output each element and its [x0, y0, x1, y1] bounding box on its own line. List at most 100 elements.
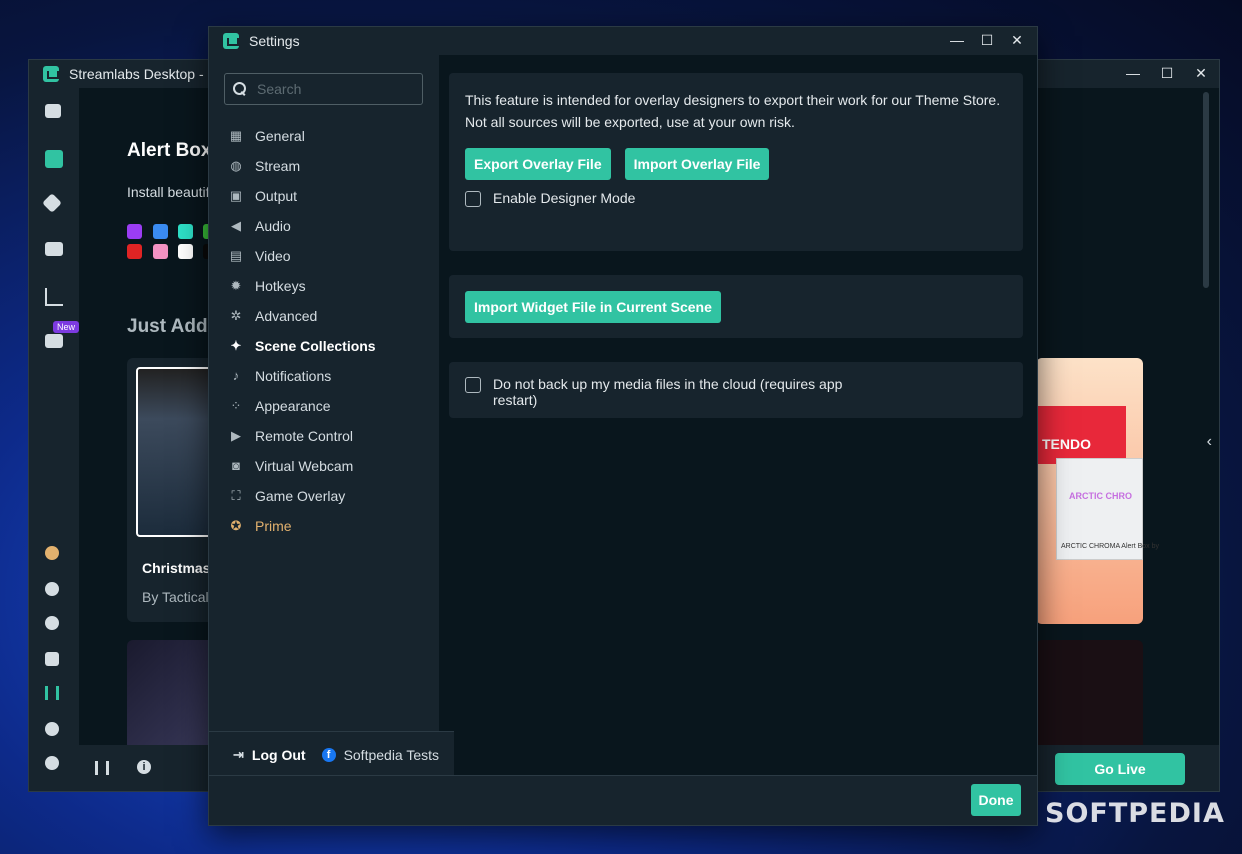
help-icon[interactable]	[45, 722, 59, 736]
search-box[interactable]	[224, 73, 423, 105]
done-button[interactable]: Done	[971, 784, 1021, 816]
prime-icon: ✪	[230, 518, 242, 533]
streamlabs-logo-icon	[223, 33, 239, 49]
color-swatch[interactable]	[127, 244, 142, 259]
menu-item-appearance[interactable]: ⁘ Appearance	[229, 391, 376, 421]
backup-panel: Do not back up my media files in the clo…	[449, 362, 1023, 418]
app-title: Streamlabs Desktop -	[69, 66, 204, 82]
theme-thumbnail	[136, 367, 214, 537]
scroll-thumb[interactable]	[1203, 92, 1209, 288]
film-icon: ▤	[229, 248, 243, 263]
settings-gear-icon[interactable]	[45, 756, 59, 770]
go-live-button[interactable]: Go Live	[1055, 753, 1185, 785]
logout-icon: ⇥	[233, 746, 244, 762]
menu-item-video[interactable]: ▤ Video	[229, 241, 376, 271]
just-added-heading: Just Adde	[127, 316, 219, 337]
dashboard-chart-icon[interactable]	[45, 288, 63, 306]
import-widget-button[interactable]: Import Widget File in Current Scene	[465, 291, 721, 323]
arctic-chroma-text: ARCTIC CHRO	[1069, 491, 1132, 501]
color-swatch[interactable]	[127, 224, 142, 239]
layouts-icon[interactable]	[45, 652, 59, 666]
theme-preview-arctic: ARCTIC CHRO ARCTIC CHROMA Alert Box by	[1056, 458, 1159, 560]
theme-card[interactable]: TENDO ARCTIC CHRO ARCTIC CHROMA Alert Bo…	[1036, 358, 1159, 624]
search-input[interactable]	[257, 81, 407, 97]
overlay-export-panel: This feature is intended for overlay des…	[449, 73, 1023, 251]
menu-item-advanced[interactable]: ✲ Advanced	[229, 301, 376, 331]
chip-icon: ▣	[229, 188, 243, 203]
settings-dialog: Settings — ☐ ✕ ▦ General ◍ Stream ▣ Output …	[208, 26, 1038, 826]
no-backup-text: Do not back up my media files in the clo…	[493, 376, 843, 392]
grid-icon: ▦	[229, 128, 243, 143]
menu-item-label: Remote Control	[255, 428, 354, 444]
menu-item-label: Virtual Webcam	[255, 458, 354, 474]
facebook-icon: f	[321, 747, 336, 762]
scenes-icon: ✦	[230, 338, 242, 353]
menu-item-prime[interactable]: ✪ Prime	[229, 511, 376, 541]
performance-icon[interactable]	[95, 761, 109, 775]
editor-icon[interactable]	[45, 150, 63, 168]
menu-item-scene-collections[interactable]: ✦ Scene Collections	[229, 331, 376, 361]
menu-item-notifications[interactable]: ♪ Notifications	[229, 361, 376, 391]
theme-card[interactable]	[1036, 640, 1143, 745]
color-swatch[interactable]	[178, 244, 193, 259]
softpedia-watermark: SOFTPEDIA	[1045, 798, 1225, 829]
menu-item-label: Game Overlay	[255, 488, 346, 504]
close-icon[interactable]: ✕	[1193, 64, 1209, 82]
camera-icon: ◙	[232, 458, 240, 473]
designer-info-line2: Not all sources will be exported, use at…	[465, 114, 795, 130]
minimize-icon[interactable]: —	[949, 31, 965, 49]
appearance-icon: ⁘	[230, 398, 242, 413]
highlighter-icon[interactable]	[45, 582, 59, 596]
play-icon: ▶	[231, 428, 241, 443]
account-name: Softpedia Tests	[343, 746, 440, 763]
prime-icon[interactable]	[45, 546, 59, 560]
settings-content: This feature is intended for overlay des…	[449, 73, 1023, 442]
chat-icon[interactable]	[45, 616, 59, 630]
maximize-icon[interactable]: ☐	[979, 31, 995, 49]
new-badge: New	[53, 321, 80, 333]
settings-menu: ▦ General ◍ Stream ▣ Output ◀ Audio ▤ Video ✹…	[229, 121, 376, 541]
menu-item-label: Prime	[255, 518, 292, 534]
store-icon[interactable]	[45, 242, 63, 256]
menu-item-label: Notifications	[255, 368, 332, 384]
settings-footer: Done	[209, 775, 1037, 825]
menu-item-audio[interactable]: ◀ Audio	[229, 211, 376, 241]
color-swatch[interactable]	[153, 244, 168, 259]
logout-label: Log Out	[251, 746, 306, 763]
menu-item-label: Appearance	[255, 398, 331, 414]
designer-info-line1: This feature is intended for overlay des…	[465, 92, 1001, 108]
import-overlay-button[interactable]: Import Overlay File	[624, 148, 770, 180]
main-scrollbar[interactable]: ‹	[1193, 88, 1219, 745]
menu-item-general[interactable]: ▦ General	[229, 121, 376, 151]
logout-link[interactable]: ⇥ Log Out	[233, 747, 306, 763]
maximize-icon[interactable]: ☐	[1159, 64, 1175, 82]
themes-icon[interactable]	[42, 193, 62, 213]
menu-item-virtual-webcam[interactable]: ◙ Virtual Webcam	[229, 451, 376, 481]
studio-mode-icon[interactable]	[45, 686, 59, 700]
overlay-icon: ⛶	[231, 488, 241, 503]
designer-mode-row[interactable]: Enable Designer Mode	[465, 190, 1007, 207]
menu-item-label: General	[255, 128, 305, 144]
clips-icon[interactable]	[45, 334, 63, 348]
chevron-left-icon[interactable]: ‹	[1207, 433, 1212, 451]
settings-sidebar: ▦ General ◍ Stream ▣ Output ◀ Audio ▤ Video ✹…	[209, 55, 439, 777]
info-icon[interactable]: i	[137, 760, 151, 774]
color-swatch[interactable]	[153, 224, 168, 239]
color-swatch[interactable]	[178, 224, 193, 239]
menu-item-output[interactable]: ▣ Output	[229, 181, 376, 211]
no-backup-row[interactable]: Do not back up my media files in the clo…	[465, 376, 1007, 408]
minimize-icon[interactable]: —	[1125, 64, 1141, 82]
settings-titlebar: Settings	[209, 27, 1037, 55]
close-icon[interactable]: ✕	[1009, 31, 1025, 49]
no-backup-checkbox[interactable]	[465, 377, 481, 393]
menu-item-hotkeys[interactable]: ✹ Hotkeys	[229, 271, 376, 301]
menu-item-remote-control[interactable]: ▶ Remote Control	[229, 421, 376, 451]
tendo-text: TENDO	[1042, 436, 1091, 452]
menu-item-game-overlay[interactable]: ⛶ Game Overlay	[229, 481, 376, 511]
export-overlay-button[interactable]: Export Overlay File	[465, 148, 611, 180]
menu-item-stream[interactable]: ◍ Stream	[229, 151, 376, 181]
video-camera-icon[interactable]	[45, 104, 61, 118]
streamlabs-logo-icon	[43, 66, 59, 82]
menu-item-label: Scene Collections	[255, 338, 376, 354]
designer-mode-checkbox[interactable]	[465, 191, 481, 207]
